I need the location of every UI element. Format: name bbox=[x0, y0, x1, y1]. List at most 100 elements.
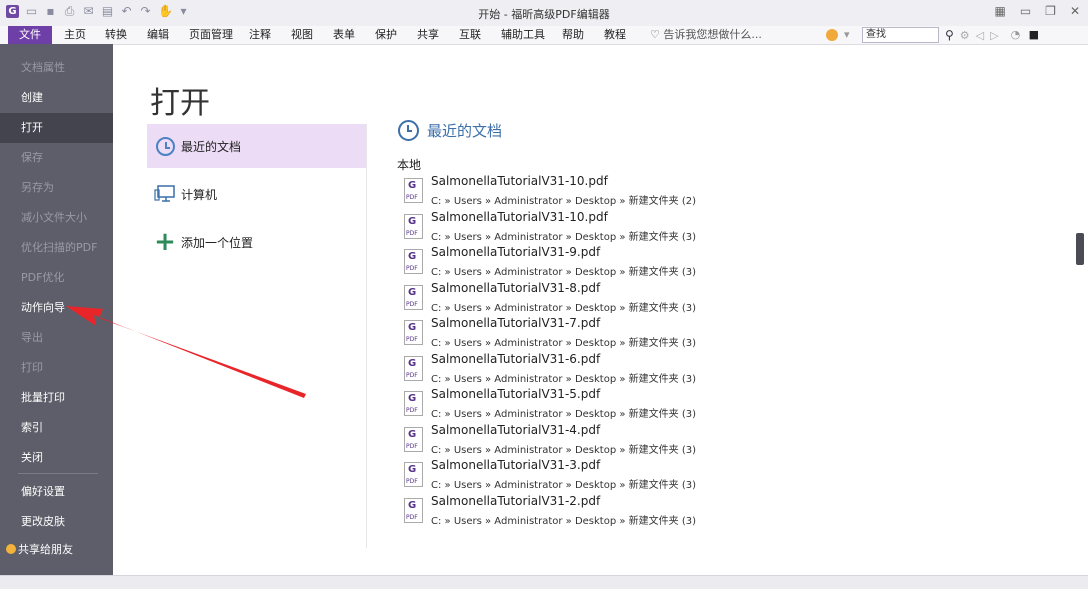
recent-file-item[interactable]: SalmonellaTutorialV31-5.pdf C: » Users » … bbox=[404, 387, 734, 422]
location-label: 最近的文档 bbox=[181, 139, 242, 154]
file-path: C: » Users » Administrator » Desktop » 新… bbox=[431, 515, 697, 527]
backstage-sidebar: 文档属性 创建 打开 保存 另存为 减小文件大小 优化扫描的PDF PDF优化 … bbox=[0, 44, 113, 575]
user-icon[interactable]: ■ bbox=[1029, 29, 1041, 41]
search-options-icon[interactable]: ▾ bbox=[844, 29, 856, 41]
pdf-file-icon bbox=[404, 178, 423, 203]
sidebar-item-save: 保存 bbox=[21, 151, 43, 164]
pdf-file-icon bbox=[404, 497, 423, 523]
file-path: C: » Users » Administrator » Desktop » 新… bbox=[431, 338, 697, 349]
pdf-file-icon bbox=[404, 213, 423, 239]
tell-me-box[interactable]: ♡ 告诉我您想做什么... bbox=[650, 26, 762, 44]
tab-comment[interactable]: 注释 bbox=[249, 26, 271, 44]
tab-home[interactable]: 主页 bbox=[64, 26, 86, 44]
ribbon-right-tools: ▾ 查找 ⚲ ⚙◁▷ ◔ ■ bbox=[826, 27, 1041, 43]
pdf-file-icon bbox=[404, 462, 423, 487]
recent-file-item[interactable]: SalmonellaTutorialV31-9.pdf C: » Users » … bbox=[404, 245, 734, 280]
location-add-place[interactable]: + 添加一个位置 bbox=[147, 220, 367, 264]
location-computer[interactable]: 计算机 bbox=[147, 172, 367, 216]
pdf-file-icon bbox=[404, 426, 423, 452]
pdf-file-icon bbox=[404, 320, 423, 345]
sidebar-item-properties: 文档属性 bbox=[21, 61, 65, 74]
ribbon-display-icon[interactable]: ▦ bbox=[994, 4, 1005, 18]
sidebar-item-index[interactable]: 索引 bbox=[0, 413, 113, 443]
sidebar-item-action-wizard[interactable]: 动作向导 bbox=[0, 293, 113, 323]
sidebar-item-close[interactable]: 关闭 bbox=[0, 443, 113, 473]
recent-file-item[interactable]: SalmonellaTutorialV31-3.pdf C: » Users » … bbox=[404, 458, 734, 493]
file-name: SalmonellaTutorialV31-6.pdf bbox=[431, 351, 601, 366]
plus-icon: + bbox=[154, 227, 176, 257]
file-name: SalmonellaTutorialV31-2.pdf bbox=[431, 493, 601, 508]
recent-file-item[interactable]: SalmonellaTutorialV31-7.pdf C: » Users » … bbox=[404, 316, 734, 351]
ribbon-tabs: 文件 主页 转换 编辑 页面管理 注释 视图 表单 保护 共享 互联 辅助工具 … bbox=[0, 26, 1088, 45]
window-controls: ▦ ▭ ❐ ✕ bbox=[994, 4, 1080, 18]
tab-tutorial[interactable]: 教程 bbox=[604, 26, 626, 44]
recent-file-item[interactable]: SalmonellaTutorialV31-10.pdf C: » Users »… bbox=[404, 174, 734, 209]
clock-icon bbox=[153, 134, 177, 158]
file-path: C: » Users » Administrator » Desktop » 新… bbox=[431, 231, 697, 243]
recent-documents-header: 最近的文档 bbox=[398, 120, 502, 141]
tab-edit[interactable]: 编辑 bbox=[147, 26, 169, 44]
window-title: 开始 - 福昕高级PDF编辑器 bbox=[478, 8, 610, 21]
location-recent-documents[interactable]: 最近的文档 bbox=[147, 124, 367, 168]
sidebar-item-print: 打印 bbox=[21, 361, 43, 374]
recent-file-item[interactable]: SalmonellaTutorialV31-8.pdf C: » Users » … bbox=[404, 281, 734, 316]
tab-protect[interactable]: 保护 bbox=[375, 26, 397, 44]
sidebar-item-share-friends[interactable]: 共享给朋友 bbox=[0, 535, 113, 565]
file-path: C: » Users » Administrator » Desktop » 新… bbox=[431, 480, 697, 491]
minimize-icon[interactable]: ▭ bbox=[1020, 4, 1031, 18]
recent-file-item[interactable]: SalmonellaTutorialV31-4.pdf C: » Users » … bbox=[404, 423, 734, 458]
sidebar-item-batch-print[interactable]: 批量打印 bbox=[0, 383, 113, 413]
recent-header-label: 最近的文档 bbox=[427, 122, 503, 140]
sidebar-item-preferences[interactable]: 偏好设置 bbox=[0, 477, 113, 507]
title-bar: G ▭ ▪ ⎙ ✉ ▤ ↶ ↷ ✋ ▾ 开始 - 福昕高级PDF编辑器 ▦ ▭ … bbox=[0, 0, 1088, 26]
pdf-file-icon bbox=[404, 249, 423, 274]
search-input[interactable]: 查找 bbox=[862, 27, 939, 43]
sidebar-item-reduce-size: 减小文件大小 bbox=[21, 211, 87, 224]
sidebar-item-change-skin[interactable]: 更改皮肤 bbox=[0, 507, 113, 537]
location-label: 计算机 bbox=[181, 187, 218, 202]
tab-view[interactable]: 视图 bbox=[291, 26, 313, 44]
pdf-file-icon bbox=[404, 391, 423, 416]
close-icon[interactable]: ✕ bbox=[1070, 4, 1080, 18]
tab-connect[interactable]: 互联 bbox=[459, 26, 481, 44]
recent-file-item[interactable]: SalmonellaTutorialV31-2.pdf C: » Users » … bbox=[404, 494, 734, 529]
pdf-file-icon bbox=[404, 355, 423, 381]
file-name: SalmonellaTutorialV31-7.pdf bbox=[431, 316, 601, 330]
location-label: 添加一个位置 bbox=[181, 235, 254, 250]
file-path: C: » Users » Administrator » Desktop » 新… bbox=[431, 373, 697, 385]
page-title: 打开 bbox=[150, 86, 210, 121]
sidebar-item-pdf-optimize: PDF优化 bbox=[21, 271, 65, 284]
tab-share[interactable]: 共享 bbox=[417, 26, 439, 44]
share-friends-label: 共享给朋友 bbox=[18, 543, 73, 556]
lightbulb-icon: ♡ bbox=[650, 28, 664, 41]
bell-icon[interactable]: ◔ bbox=[1011, 29, 1023, 41]
tab-convert[interactable]: 转换 bbox=[105, 26, 127, 44]
file-path: C: » Users » Administrator » Desktop » 新… bbox=[431, 409, 697, 420]
tab-help[interactable]: 帮助 bbox=[562, 26, 584, 44]
restore-icon[interactable]: ❐ bbox=[1045, 4, 1056, 18]
file-path: C: » Users » Administrator » Desktop » 新… bbox=[431, 196, 697, 207]
file-path: C: » Users » Administrator » Desktop » 新… bbox=[431, 444, 697, 456]
file-name: SalmonellaTutorialV31-5.pdf bbox=[431, 387, 601, 401]
file-path: C: » Users » Administrator » Desktop » 新… bbox=[431, 267, 697, 278]
file-name: SalmonellaTutorialV31-10.pdf bbox=[431, 174, 608, 188]
pdf-file-icon bbox=[404, 284, 423, 310]
clock-icon bbox=[398, 120, 419, 141]
file-name: SalmonellaTutorialV31-3.pdf bbox=[431, 458, 601, 472]
tab-page-management[interactable]: 页面管理 bbox=[189, 26, 233, 44]
tab-file[interactable]: 文件 bbox=[8, 26, 52, 44]
file-name: SalmonellaTutorialV31-4.pdf bbox=[431, 422, 601, 437]
sidebar-item-optimize-scanned: 优化扫描的PDF bbox=[21, 241, 98, 254]
search-icon[interactable]: ⚲ bbox=[945, 28, 954, 42]
tab-accessibility[interactable]: 辅助工具 bbox=[501, 26, 545, 44]
sidebar-item-open[interactable]: 打开 bbox=[0, 113, 113, 143]
sidebar-item-create[interactable]: 创建 bbox=[0, 83, 113, 113]
smiley-icon[interactable] bbox=[826, 29, 838, 41]
file-name: SalmonellaTutorialV31-9.pdf bbox=[431, 245, 601, 259]
tab-form[interactable]: 表单 bbox=[333, 26, 355, 44]
side-panel-handle[interactable] bbox=[1076, 233, 1084, 265]
nav-arrows-icon[interactable]: ⚙◁▷ bbox=[960, 29, 1005, 42]
computer-icon bbox=[153, 182, 177, 206]
recent-file-item[interactable]: SalmonellaTutorialV31-6.pdf C: » Users » … bbox=[404, 352, 734, 387]
recent-file-item[interactable]: SalmonellaTutorialV31-10.pdf C: » Users »… bbox=[404, 210, 734, 245]
